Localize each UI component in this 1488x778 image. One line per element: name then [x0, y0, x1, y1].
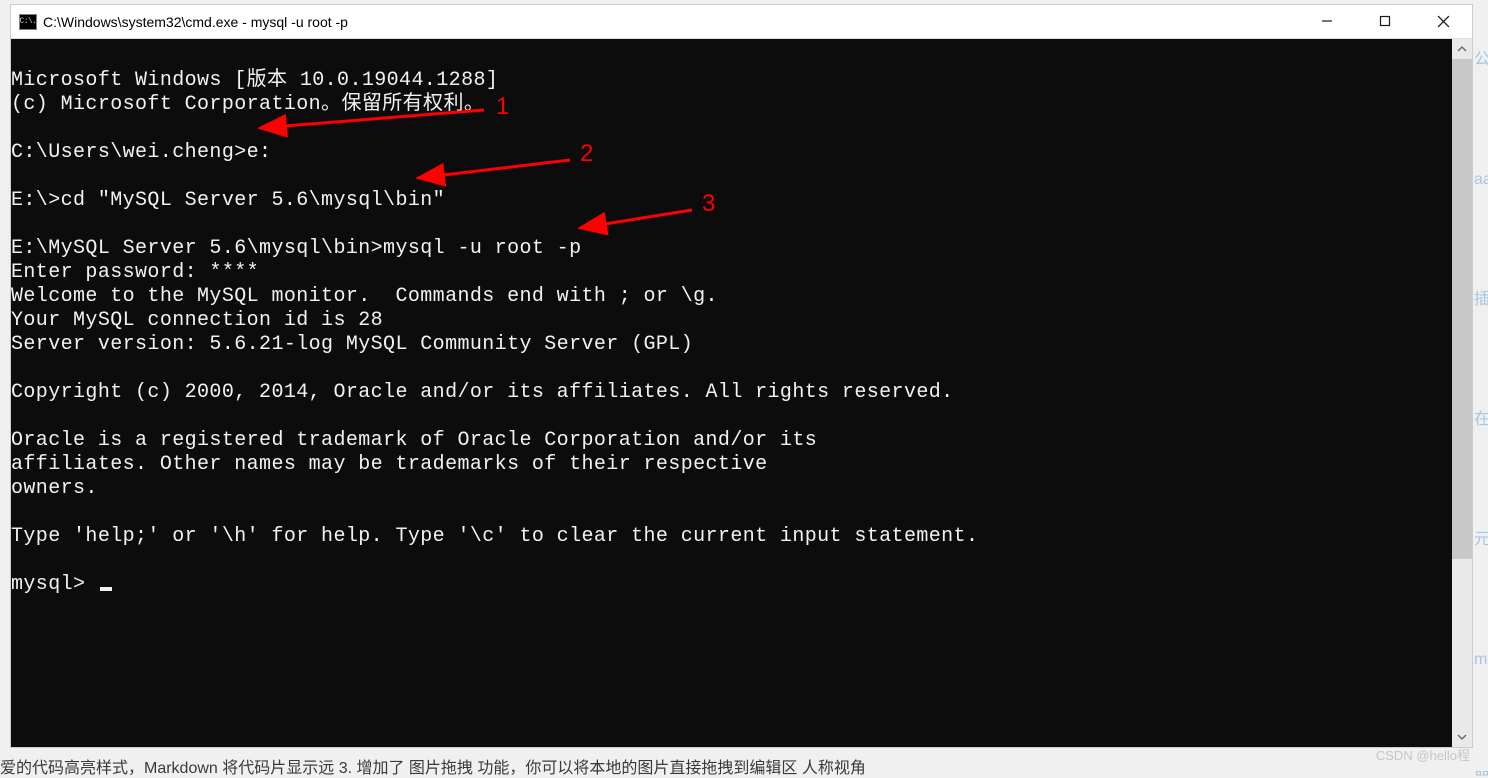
close-button[interactable] [1414, 5, 1472, 37]
terminal-line: (c) Microsoft Corporation。保留所有权利。 [11, 93, 484, 116]
terminal-line: Enter password: **** [11, 261, 259, 284]
window-titlebar[interactable]: C:\. C:\Windows\system32\cmd.exe - mysql… [11, 5, 1472, 39]
right-edge-text: 公 aa 插 在 元 my 器 [1474, 0, 1488, 776]
close-icon [1437, 15, 1450, 28]
terminal-line: Welcome to the MySQL monitor. Commands e… [11, 285, 718, 308]
scrollbar-thumb[interactable] [1452, 59, 1472, 559]
terminal-line: Server version: 5.6.21-log MySQL Communi… [11, 333, 693, 356]
background-page-text: 爱的代码高亮样式，Markdown 将代码片显示远 3. 增加了 图片拖拽 功能… [0, 754, 1488, 778]
maximize-icon [1379, 15, 1391, 27]
terminal-line: affiliates. Other names may be trademark… [11, 453, 768, 476]
terminal-line: Oracle is a registered trademark of Orac… [11, 429, 817, 452]
terminal-prompt-line: mysql> [11, 573, 112, 596]
terminal-line: owners. [11, 477, 98, 500]
terminal-line: Your MySQL connection id is 28 [11, 309, 383, 332]
window-controls [1298, 5, 1472, 38]
terminal-line: E:\MySQL Server 5.6\mysql\bin>mysql -u r… [11, 237, 582, 260]
cmd-window: C:\. C:\Windows\system32\cmd.exe - mysql… [10, 4, 1473, 748]
terminal-prompt-text: mysql> [11, 573, 98, 596]
vertical-scrollbar[interactable] [1452, 39, 1472, 747]
terminal-content[interactable]: Microsoft Windows [版本 10.0.19044.1288] (… [11, 39, 1452, 747]
maximize-button[interactable] [1356, 5, 1414, 37]
minimize-button[interactable] [1298, 5, 1356, 37]
chevron-down-icon [1457, 734, 1467, 740]
terminal-line: Microsoft Windows [版本 10.0.19044.1288] [11, 69, 498, 92]
csdn-watermark: CSDN @hello程 [1376, 745, 1470, 764]
terminal-line: Copyright (c) 2000, 2014, Oracle and/or … [11, 381, 954, 404]
terminal-line: C:\Users\wei.cheng>e: [11, 141, 271, 164]
minimize-icon [1321, 15, 1333, 27]
terminal-line: E:\>cd "MySQL Server 5.6\mysql\bin" [11, 189, 445, 212]
terminal-area: Microsoft Windows [版本 10.0.19044.1288] (… [11, 39, 1472, 747]
window-title: C:\Windows\system32\cmd.exe - mysql -u r… [43, 14, 1298, 30]
scroll-up-button[interactable] [1452, 39, 1472, 59]
terminal-cursor [100, 587, 112, 591]
chevron-up-icon [1457, 46, 1467, 52]
cmd-icon: C:\. [19, 14, 37, 30]
terminal-line: Type 'help;' or '\h' for help. Type '\c'… [11, 525, 978, 548]
scroll-down-button[interactable] [1452, 727, 1472, 747]
